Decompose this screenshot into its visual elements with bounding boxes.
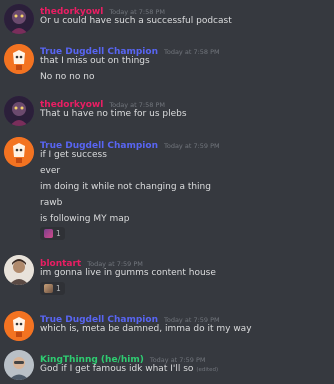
timestamp[interactable]: Today at 7:59 PM bbox=[164, 142, 220, 150]
avatar[interactable] bbox=[4, 255, 34, 285]
message-text: God if I get famous idk what I'll so (edi… bbox=[40, 363, 218, 376]
avatar[interactable] bbox=[4, 311, 34, 341]
message-text: is following MY map bbox=[40, 214, 130, 224]
reaction-button[interactable]: 1 bbox=[40, 227, 65, 240]
message-text: No no no no bbox=[40, 72, 95, 82]
reaction-count: 1 bbox=[56, 229, 61, 238]
photo-avatar-icon bbox=[4, 255, 34, 285]
orange-character-avatar-icon bbox=[4, 311, 34, 341]
message-text: im gonna live in gumms content house bbox=[40, 268, 216, 278]
message-text: rawb bbox=[40, 198, 63, 208]
message-text: im doing it while not changing a thing bbox=[40, 182, 211, 192]
reaction-count: 1 bbox=[56, 284, 61, 293]
avatar[interactable] bbox=[4, 137, 34, 167]
avatar[interactable] bbox=[4, 44, 34, 74]
dark-character-avatar-icon bbox=[4, 96, 34, 126]
photo-avatar-icon bbox=[4, 350, 34, 380]
message-text: ever bbox=[40, 166, 61, 176]
dark-character-avatar-icon bbox=[4, 4, 34, 34]
custom-emoji-icon bbox=[44, 229, 53, 238]
timestamp[interactable]: Today at 7:58 PM bbox=[164, 48, 220, 56]
message-text: if I get success bbox=[40, 150, 107, 160]
avatar[interactable] bbox=[4, 96, 34, 126]
edited-label: (edited) bbox=[196, 367, 219, 373]
message-text-content: God if I get famous idk what I'll so bbox=[40, 364, 194, 374]
message-text: that I miss out on things bbox=[40, 56, 150, 66]
reaction-button[interactable]: 1 bbox=[40, 282, 65, 295]
custom-emoji-icon bbox=[44, 284, 53, 293]
message-text: which is, meta be damned, imma do it my … bbox=[40, 324, 252, 334]
message-text: Or u could have such a successful podcas… bbox=[40, 16, 232, 26]
orange-character-avatar-icon bbox=[4, 44, 34, 74]
message-text: That u have no time for us plebs bbox=[40, 109, 187, 119]
orange-character-avatar-icon bbox=[4, 137, 34, 167]
avatar[interactable] bbox=[4, 350, 34, 380]
avatar[interactable] bbox=[4, 4, 34, 34]
